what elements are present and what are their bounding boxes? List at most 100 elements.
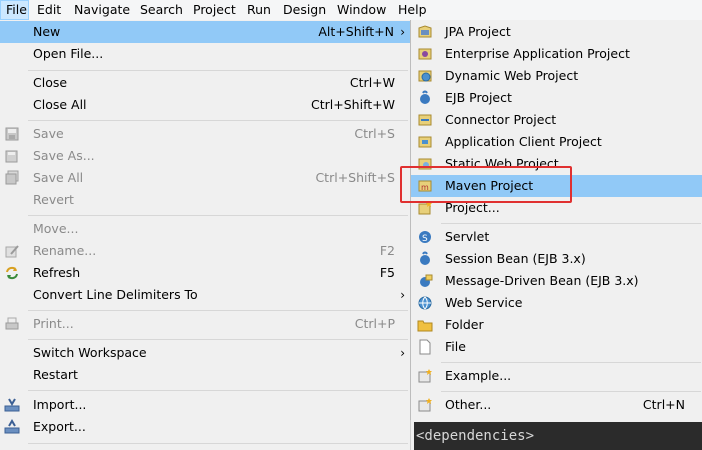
menu-separator xyxy=(441,391,701,392)
menu-item-close[interactable]: Close Ctrl+W xyxy=(0,72,410,94)
menu-search[interactable]: Search xyxy=(135,0,188,20)
menu-item-close-all[interactable]: Close All Ctrl+Shift+W xyxy=(0,94,410,116)
ejb-project-icon xyxy=(417,90,433,106)
menu-item-label: JPA Project xyxy=(445,24,511,39)
menu-item-label: Close xyxy=(33,75,68,90)
menu-separator xyxy=(441,223,701,224)
menu-item-print[interactable]: Print... Ctrl+P xyxy=(0,313,410,335)
svg-text:S: S xyxy=(422,234,428,244)
folder-icon xyxy=(417,317,433,333)
menu-item-label: Save xyxy=(33,126,64,141)
menu-item-restart[interactable]: Restart xyxy=(0,364,410,386)
menu-item-label: Switch Workspace xyxy=(33,345,147,360)
menu-separator xyxy=(28,215,408,216)
menu-item-shortcut: Ctrl+Shift+W xyxy=(311,97,395,112)
jpa-project-icon xyxy=(417,24,433,40)
menu-help[interactable]: Help xyxy=(393,0,432,20)
svg-text:m: m xyxy=(421,183,429,192)
web-service-icon xyxy=(417,295,433,311)
menu-design[interactable]: Design xyxy=(278,0,331,20)
menu-item-label: Web Service xyxy=(445,295,523,310)
menu-item-convert-line-delimiters[interactable]: Convert Line Delimiters To › xyxy=(0,284,410,306)
submenu-item-ejb-project[interactable]: EJB Project xyxy=(411,87,702,109)
menu-project[interactable]: Project xyxy=(188,0,241,20)
menu-item-label: Static Web Project xyxy=(445,156,559,171)
submenu-item-enterprise-application-project[interactable]: Enterprise Application Project xyxy=(411,43,702,65)
menu-item-label: Move... xyxy=(33,221,79,236)
menu-run[interactable]: Run xyxy=(242,0,276,20)
menu-item-open-file[interactable]: Open File... xyxy=(0,43,410,65)
export-icon xyxy=(4,419,20,435)
submenu-item-maven-project[interactable]: m Maven Project xyxy=(411,175,702,197)
menu-item-switch-workspace[interactable]: Switch Workspace › xyxy=(0,342,410,364)
menu-item-label: Example... xyxy=(445,368,512,383)
submenu-item-project[interactable]: Project... xyxy=(411,197,702,219)
submenu-item-web-service[interactable]: Web Service xyxy=(411,292,702,314)
menu-item-shortcut: Ctrl+W xyxy=(349,75,395,90)
submenu-item-application-client-project[interactable]: Application Client Project xyxy=(411,131,702,153)
menu-item-revert[interactable]: Revert xyxy=(0,189,410,211)
menu-item-save[interactable]: Save Ctrl+S xyxy=(0,123,410,145)
menu-item-label: Close All xyxy=(33,97,87,112)
menu-separator xyxy=(28,120,408,121)
submenu-arrow-icon: › xyxy=(400,346,405,360)
menu-item-label: Enterprise Application Project xyxy=(445,46,630,61)
menu-item-save-as[interactable]: Save As... xyxy=(0,145,410,167)
static-web-project-icon xyxy=(417,156,433,172)
submenu-arrow-icon: › xyxy=(400,288,405,302)
menu-file[interactable]: File xyxy=(0,0,29,20)
submenu-item-jpa-project[interactable]: JPA Project xyxy=(411,21,702,43)
menu-item-import[interactable]: Import... xyxy=(0,394,410,416)
menu-edit[interactable]: Edit xyxy=(32,0,66,20)
save-as-icon xyxy=(4,148,20,164)
submenu-item-other[interactable]: Other... Ctrl+N xyxy=(411,394,702,416)
submenu-item-static-web-project[interactable]: Static Web Project xyxy=(411,153,702,175)
menu-navigate[interactable]: Navigate xyxy=(69,0,135,20)
menu-item-label: Message-Driven Bean (EJB 3.x) xyxy=(445,273,639,288)
menu-item-refresh[interactable]: Refresh F5 xyxy=(0,262,410,284)
menu-separator xyxy=(28,339,408,340)
submenu-item-dynamic-web-project[interactable]: Dynamic Web Project xyxy=(411,65,702,87)
menu-item-shortcut: F2 xyxy=(379,243,395,258)
menu-item-shortcut: Ctrl+P xyxy=(354,316,395,331)
submenu-item-folder[interactable]: Folder xyxy=(411,314,702,336)
menu-item-label: Rename... xyxy=(33,243,97,258)
menu-item-shortcut: Ctrl+Shift+S xyxy=(315,170,395,185)
message-driven-bean-icon xyxy=(417,273,433,289)
save-icon xyxy=(4,126,20,142)
menu-item-new[interactable]: New Alt+Shift+N › xyxy=(0,21,410,43)
menu-bar: File Edit Navigate Search Project Run De… xyxy=(0,0,702,21)
menu-item-save-all[interactable]: Save All Ctrl+Shift+S xyxy=(0,167,410,189)
submenu-item-session-bean[interactable]: Session Bean (EJB 3.x) xyxy=(411,248,702,270)
editor-code-line[interactable]: <dependencies> xyxy=(414,422,702,450)
example-icon xyxy=(417,368,433,384)
app-client-project-icon xyxy=(417,134,433,150)
menu-item-shortcut: Alt+Shift+N xyxy=(318,24,394,39)
menu-item-rename[interactable]: Rename... F2 xyxy=(0,240,410,262)
submenu-item-example[interactable]: Example... xyxy=(411,365,702,387)
menu-window[interactable]: Window xyxy=(332,0,391,20)
menu-item-label: Dynamic Web Project xyxy=(445,68,579,83)
submenu-item-file[interactable]: File xyxy=(411,336,702,358)
menu-separator xyxy=(28,310,408,311)
menu-item-label: Save All xyxy=(33,170,84,185)
rename-icon xyxy=(4,243,20,259)
menu-item-shortcut: Ctrl+N xyxy=(642,397,685,412)
file-menu: New Alt+Shift+N › Open File... Close Ctr… xyxy=(0,20,411,450)
menu-separator xyxy=(28,390,408,391)
new-submenu: JPA Project Enterprise Application Proje… xyxy=(410,20,702,420)
menu-item-label: Refresh xyxy=(33,265,81,280)
menu-item-shortcut: F5 xyxy=(379,265,395,280)
submenu-item-servlet[interactable]: S Servlet xyxy=(411,226,702,248)
menu-item-label: File xyxy=(445,339,466,354)
menu-item-export[interactable]: Export... xyxy=(0,416,410,438)
submenu-item-connector-project[interactable]: Connector Project xyxy=(411,109,702,131)
menu-separator xyxy=(28,443,408,444)
menu-item-label: Servlet xyxy=(445,229,490,244)
menu-item-label: Folder xyxy=(445,317,484,332)
menu-item-label: EJB Project xyxy=(445,90,512,105)
menu-item-move[interactable]: Move... xyxy=(0,218,410,240)
submenu-item-message-driven-bean[interactable]: Message-Driven Bean (EJB 3.x) xyxy=(411,270,702,292)
menu-item-label: Save As... xyxy=(33,148,95,163)
menu-item-shortcut: Ctrl+S xyxy=(354,126,395,141)
